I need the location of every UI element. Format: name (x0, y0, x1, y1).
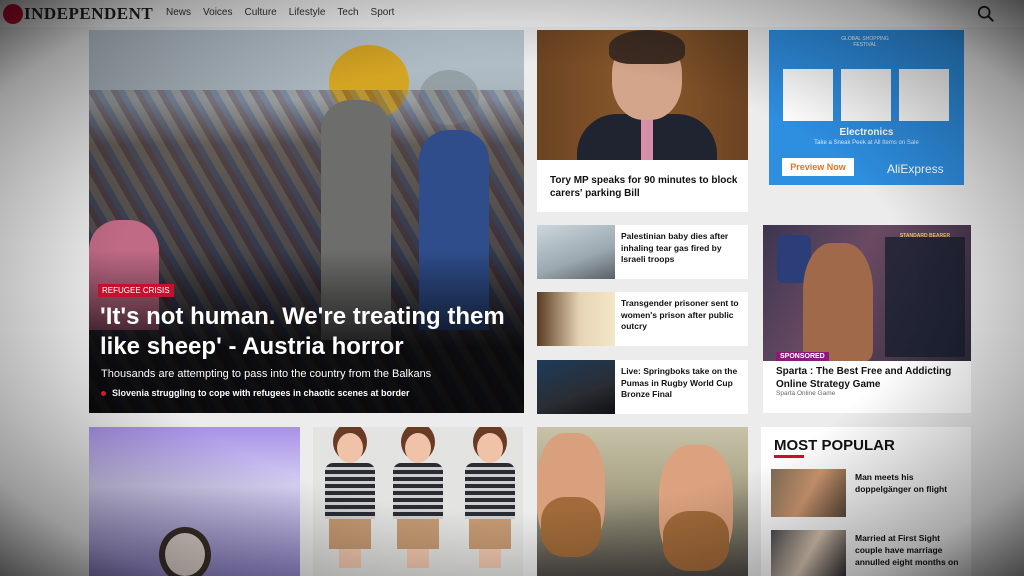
image-detail (477, 433, 503, 463)
image-detail (663, 511, 729, 571)
ad-headline[interactable]: Sparta : The Best Free and Addicting Onl… (776, 365, 966, 391)
logo-eagle-icon[interactable] (3, 4, 23, 24)
ad-festival-label: GLOBAL SHOPPING FESTIVAL (841, 36, 889, 48)
search-icon[interactable] (977, 5, 995, 23)
nav-item-tech[interactable]: Tech (337, 7, 358, 18)
article-thumbnail (537, 225, 615, 279)
image-detail (465, 463, 515, 519)
image-detail (389, 433, 447, 568)
article-thumbnail (771, 530, 846, 576)
ad-source: Sparta Online Game (776, 390, 836, 397)
nav-item-voices[interactable]: Voices (203, 7, 232, 18)
hero-headline[interactable]: 'It's not human. We're treating them lik… (100, 302, 510, 362)
nav-item-lifestyle[interactable]: Lifestyle (289, 7, 326, 18)
ad-image: STANDARD BEARER (763, 225, 971, 361)
product-headphones-image (841, 69, 891, 121)
image-detail: STANDARD BEARER (885, 233, 965, 357)
article-image (537, 30, 748, 160)
article-card[interactable]: Live: Springboks take on the Pumas in Ru… (537, 360, 748, 414)
image-detail (407, 549, 429, 568)
most-popular-item[interactable]: Man meets his doppelgänger on flight (771, 469, 967, 519)
sponsored-badge: SPONSORED (776, 352, 829, 361)
hero-article[interactable]: REFUGEE CRISIS 'It's not human. We're tr… (89, 30, 524, 413)
aliexpress-logo: AliExpress (887, 162, 944, 176)
image-detail (479, 549, 501, 568)
product-router-image (783, 69, 833, 121)
article-headline[interactable]: Man meets his doppelgänger on flight (855, 471, 967, 495)
ad-panel-title: STANDARD BEARER (899, 233, 951, 239)
hero-standfirst: Thousands are attempting to pass into th… (101, 368, 432, 380)
hero-related-link[interactable]: Slovenia struggling to cope with refugee… (101, 388, 410, 398)
article-card[interactable]: Transgender prisoner sent to women's pri… (537, 292, 748, 346)
main-nav: News Voices Culture Lifestyle Tech Sport (166, 7, 394, 18)
article-headline[interactable]: Tory MP speaks for 90 minutes to block c… (550, 174, 740, 200)
most-popular-heading: MOST POPULAR (774, 437, 895, 454)
article-card[interactable]: Palestinian baby dies after inhaling tea… (537, 225, 748, 279)
nav-item-culture[interactable]: Culture (244, 7, 276, 18)
image-detail (641, 116, 653, 160)
image-detail (405, 433, 431, 463)
most-popular-widget: MOST POPULAR Man meets his doppelgänger … (761, 427, 971, 576)
image-detail (803, 243, 873, 361)
image-detail (461, 433, 519, 568)
image-detail (469, 519, 511, 549)
advert-sparta[interactable]: STANDARD BEARER SPONSORED Sparta : The B… (763, 225, 971, 413)
category-tag[interactable]: REFUGEE CRISIS (98, 284, 174, 297)
image-detail (321, 433, 379, 568)
image-detail (325, 463, 375, 519)
nav-item-sport[interactable]: Sport (371, 7, 395, 18)
advert-aliexpress[interactable]: GLOBAL SHOPPING FESTIVAL Electronics Tak… (769, 30, 964, 185)
image-detail (337, 433, 363, 463)
image-detail (397, 519, 439, 549)
article-headline[interactable]: Live: Springboks take on the Pumas in Ru… (621, 366, 743, 401)
image-detail (339, 549, 361, 568)
product-watch-image (899, 69, 949, 121)
ad-tagline: Take a Sneak Peek at All Items on Sale (814, 140, 919, 146)
top-navigation-bar: INDEPENDENT News Voices Culture Lifestyl… (0, 0, 1024, 27)
site-logo[interactable]: INDEPENDENT (24, 4, 153, 24)
nav-item-news[interactable]: News (166, 7, 191, 18)
image-detail (159, 527, 211, 576)
ad-category: Electronics (839, 127, 894, 138)
article-thumbnail (771, 469, 846, 517)
article-card-image[interactable] (313, 427, 523, 576)
bullet-icon (101, 391, 106, 397)
article-headline[interactable]: Married at First Sight couple have marri… (855, 532, 967, 568)
most-popular-item[interactable]: Married at First Sight couple have marri… (771, 530, 967, 576)
preview-now-button[interactable]: Preview Now (782, 158, 854, 176)
image-detail (541, 497, 601, 557)
image-detail (393, 463, 443, 519)
image-detail (329, 519, 371, 549)
article-card-mp[interactable]: Tory MP speaks for 90 minutes to block c… (537, 30, 748, 212)
article-headline[interactable]: Palestinian baby dies after inhaling tea… (621, 231, 743, 266)
hero-related-text: Slovenia struggling to cope with refugee… (112, 388, 410, 398)
article-headline[interactable]: Transgender prisoner sent to women's pri… (621, 298, 743, 333)
article-card-image[interactable] (89, 427, 300, 576)
article-thumbnail (537, 360, 615, 414)
heading-underline (774, 455, 804, 458)
article-card-image[interactable] (537, 427, 748, 576)
article-thumbnail (537, 292, 615, 346)
image-detail (609, 30, 685, 64)
